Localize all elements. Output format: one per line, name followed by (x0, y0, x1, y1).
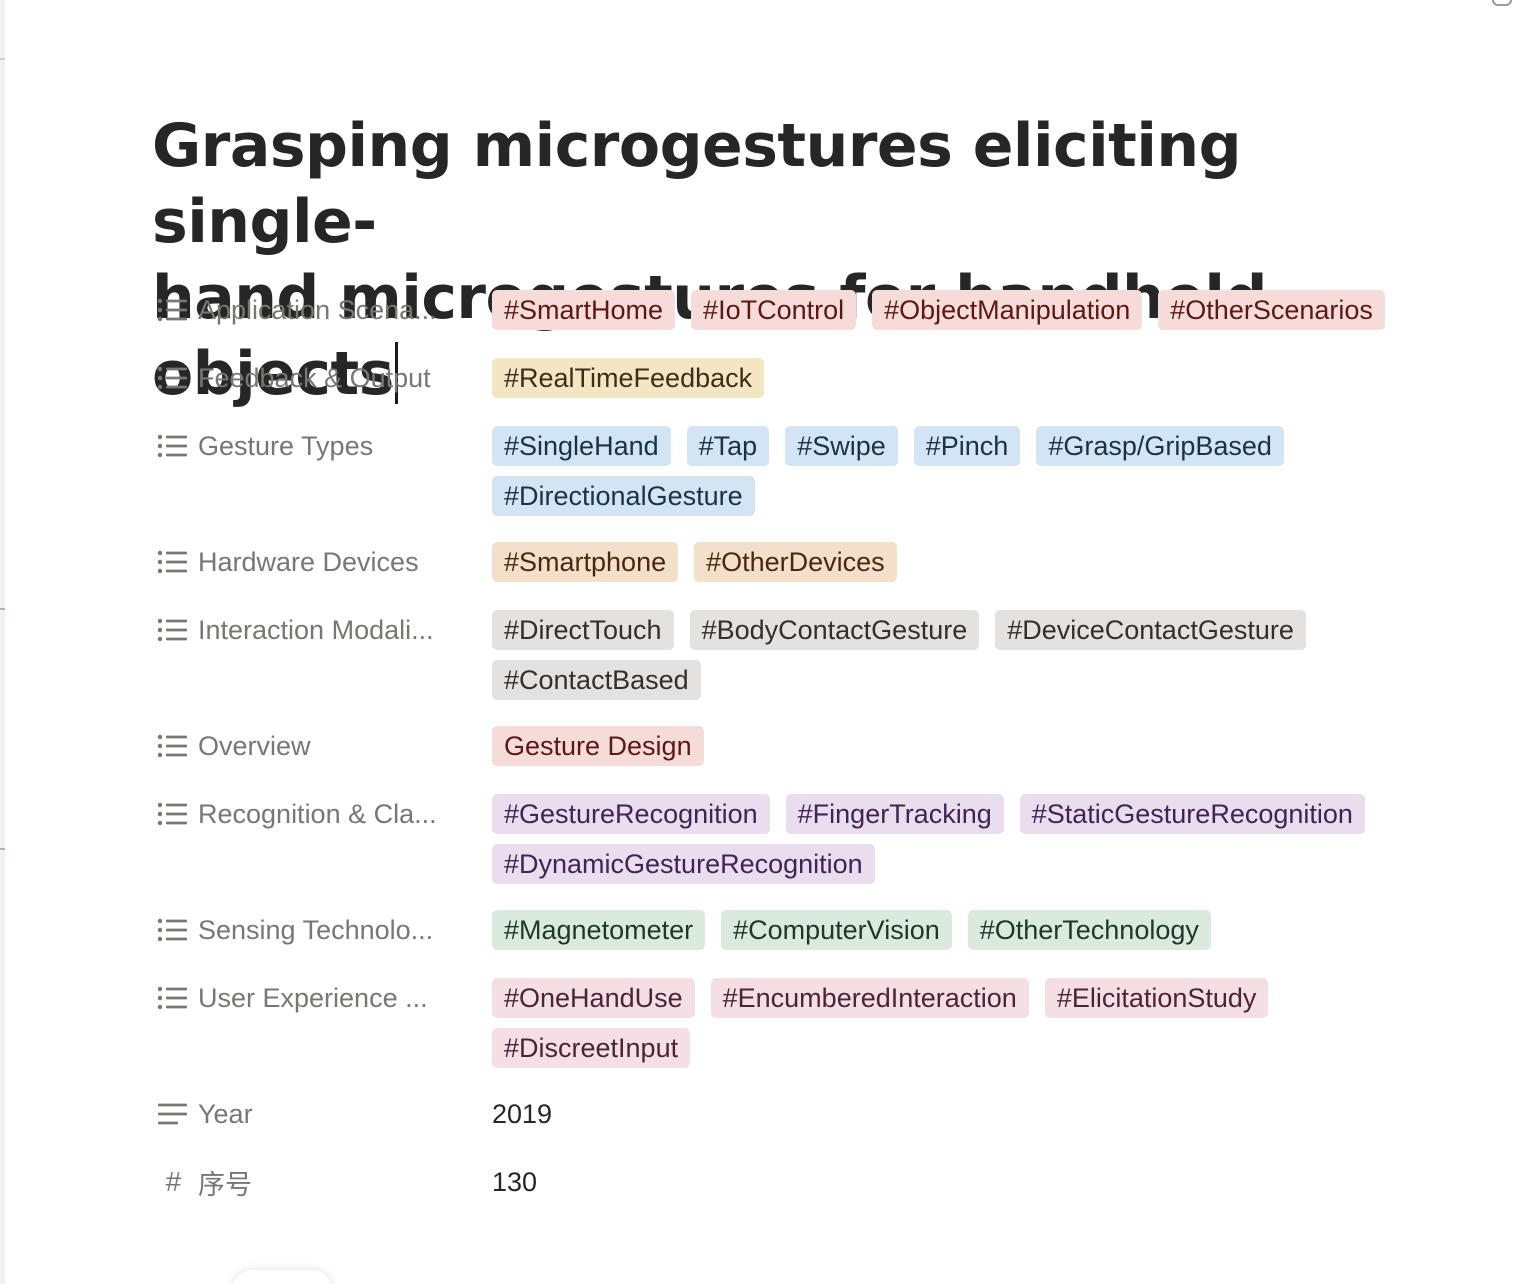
tag-chip[interactable]: #ContactBased (492, 660, 701, 700)
list-icon (156, 985, 190, 1011)
property-value[interactable]: #Smartphone #OtherDevices (492, 540, 1472, 582)
tag-chip[interactable]: #RealTimeFeedback (492, 358, 765, 398)
notion-page: Grasping microgestures eliciting single-… (0, 0, 1520, 1284)
tag-chip[interactable]: #Smartphone (492, 542, 679, 582)
property-label[interactable]: Gesture Types (152, 424, 492, 468)
property-label[interactable]: Sensing Technolo... (152, 908, 492, 952)
tag-chip[interactable]: #SingleHand (492, 426, 671, 466)
list-icon (156, 733, 190, 759)
property-list: Application Scena... #SmartHome #IoTContro… (152, 288, 1472, 1228)
property-label[interactable]: Feedback & Output (152, 356, 492, 400)
floating-button[interactable] (232, 1270, 332, 1284)
property-value[interactable]: 2019 (492, 1092, 1472, 1136)
sidebar-edge-mark (0, 608, 5, 610)
property-label[interactable]: Interaction Modali... (152, 608, 492, 652)
property-row: User Experience ... #OneHandUse #Encumbere… (152, 976, 1472, 1068)
sidebar-edge-mark (0, 58, 5, 60)
tag-chip[interactable]: #ComputerVision (721, 910, 952, 950)
tag-chip[interactable]: #Tap (686, 426, 770, 466)
property-row: Feedback & Output #RealTimeFeedback (152, 356, 1472, 400)
property-value[interactable]: #OneHandUse #EncumberedInteraction #Elicit… (492, 976, 1472, 1068)
tag-chip[interactable]: Gesture Design (492, 726, 704, 766)
list-icon (156, 365, 190, 391)
sidebar-edge-mark (0, 848, 5, 850)
property-value-text: 2019 (492, 1099, 553, 1129)
property-row: Application Scena... #SmartHome #IoTContro… (152, 288, 1472, 332)
property-row: Year 2019 (152, 1092, 1472, 1136)
property-value[interactable]: #GestureRecognition #FingerTracking #Stati… (492, 792, 1472, 884)
tag-chip[interactable]: #BodyContactGesture (689, 610, 980, 650)
property-value[interactable]: Gesture Design (492, 724, 1472, 766)
list-icon (156, 297, 190, 323)
list-icon (156, 801, 190, 827)
tag-chip[interactable]: #DirectionalGesture (492, 476, 755, 516)
property-row: Overview Gesture Design (152, 724, 1472, 768)
property-value[interactable]: #Magnetometer #ComputerVision #OtherTechno… (492, 908, 1472, 950)
property-value[interactable]: #RealTimeFeedback (492, 356, 1472, 398)
property-label-text: Sensing Technolo... (198, 914, 434, 945)
tag-chip[interactable]: #FingerTracking (785, 794, 1004, 834)
property-label[interactable]: Hardware Devices (152, 540, 492, 584)
property-row: Sensing Technolo... #Magnetometer #Compute… (152, 908, 1472, 952)
tag-chip[interactable]: #ObjectManipulation (872, 290, 1143, 330)
property-label-text: Gesture Types (198, 430, 374, 461)
property-row: Gesture Types #SingleHand #Tap #Swipe #Pinch… (152, 424, 1472, 516)
tag-chip[interactable]: #StaticGestureRecognition (1019, 794, 1365, 834)
property-label[interactable]: Year (152, 1092, 492, 1136)
property-row: Hardware Devices #Smartphone #OtherDevices (152, 540, 1472, 584)
property-label[interactable]: Application Scena... (152, 288, 492, 332)
tag-chip[interactable]: #OtherTechnology (967, 910, 1211, 950)
property-value[interactable]: #SingleHand #Tap #Swipe #Pinch #Grasp/GripBa… (492, 424, 1472, 516)
property-row: # 序号 130 (152, 1160, 1472, 1204)
tag-chip[interactable]: #DeviceContactGesture (995, 610, 1306, 650)
property-label-text: 序号 (198, 1169, 252, 1200)
property-label[interactable]: # 序号 (152, 1160, 492, 1204)
list-icon (156, 617, 190, 643)
tag-chip[interactable]: #Grasp/GripBased (1036, 426, 1284, 466)
property-label-text: Year (198, 1098, 253, 1129)
property-label-text: Recognition & Cla... (198, 798, 437, 829)
list-icon (156, 433, 190, 459)
property-row: Interaction Modali... #DirectTouch #BodyCo… (152, 608, 1472, 700)
tag-chip[interactable]: #DynamicGestureRecognition (492, 844, 875, 884)
property-value[interactable]: #DirectTouch #BodyContactGesture #DeviceCo… (492, 608, 1472, 700)
property-label[interactable]: Recognition & Cla... (152, 792, 492, 836)
tag-chip[interactable]: #Pinch (913, 426, 1021, 466)
list-icon (156, 917, 190, 943)
tag-chip[interactable]: #GestureRecognition (492, 794, 770, 834)
hash-icon: # (165, 1166, 181, 1197)
property-label[interactable]: User Experience ... (152, 976, 492, 1020)
property-label-text: Feedback & Output (198, 362, 431, 393)
page-title-line1: Grasping microgestures eliciting single- (152, 111, 1242, 257)
tag-chip[interactable]: #DirectTouch (492, 610, 674, 650)
tag-chip[interactable]: #SmartHome (492, 290, 676, 330)
property-value[interactable]: #SmartHome #IoTControl #ObjectManipulation… (492, 288, 1472, 330)
tag-chip[interactable]: #Swipe (785, 426, 898, 466)
tag-chip[interactable]: #DiscreetInput (492, 1028, 691, 1068)
property-label[interactable]: Overview (152, 724, 492, 768)
list-icon (156, 549, 190, 575)
tag-chip[interactable]: #IoTControl (691, 290, 857, 330)
property-label-text: Hardware Devices (198, 546, 419, 577)
tag-chip[interactable]: #ElicitationStudy (1044, 978, 1269, 1018)
close-icon[interactable] (1492, 0, 1512, 6)
property-label-text: Application Scena... (198, 294, 437, 325)
property-value-text: 130 (492, 1167, 538, 1197)
tag-chip[interactable]: #EncumberedInteraction (710, 978, 1029, 1018)
tag-chip[interactable]: #OtherScenarios (1158, 290, 1385, 330)
tag-chip[interactable]: #OtherDevices (694, 542, 897, 582)
sidebar-edge (0, 0, 5, 1284)
property-label-text: Interaction Modali... (198, 614, 434, 645)
property-value[interactable]: 130 (492, 1160, 1472, 1204)
tag-chip[interactable]: #Magnetometer (492, 910, 706, 950)
text-icon (156, 1101, 190, 1127)
tag-chip[interactable]: #OneHandUse (492, 978, 695, 1018)
property-label-text: Overview (198, 730, 311, 761)
property-row: Recognition & Cla... #GestureRecognition #… (152, 792, 1472, 884)
property-label-text: User Experience ... (198, 982, 428, 1013)
